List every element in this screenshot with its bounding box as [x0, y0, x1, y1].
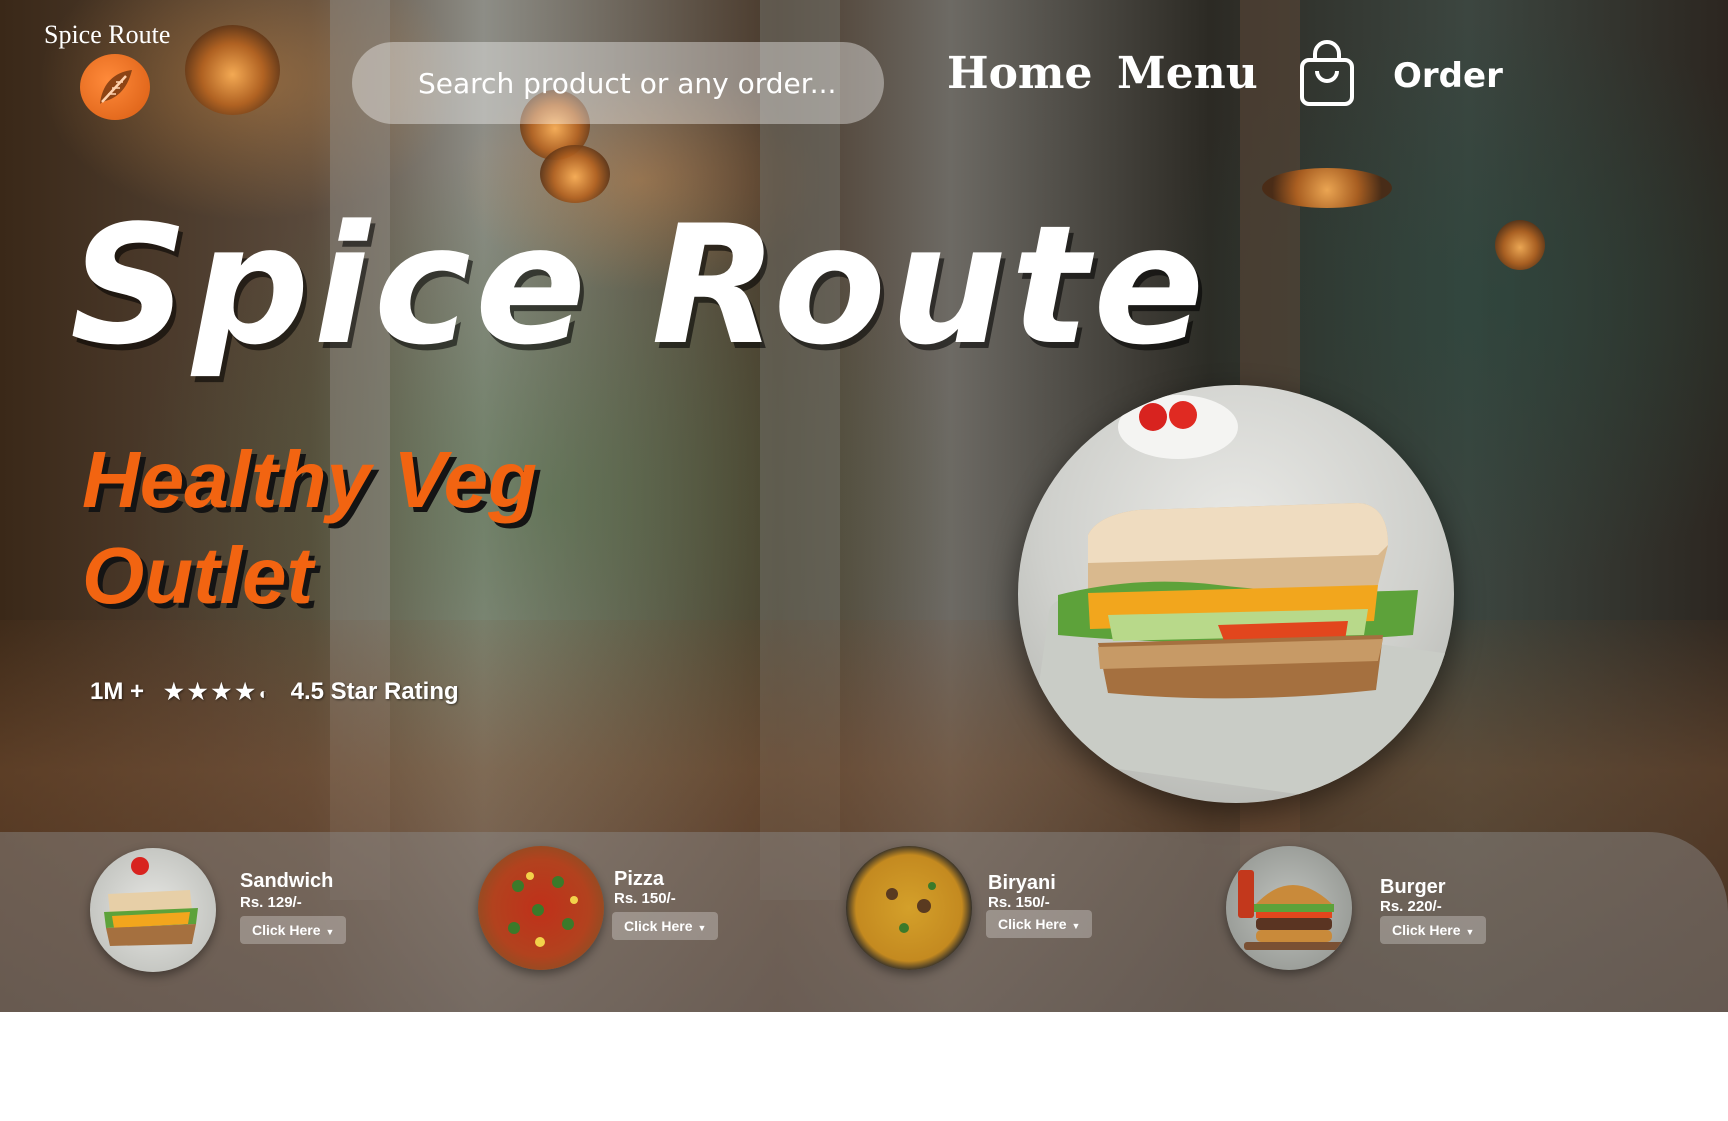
menu-item-name: Sandwich	[240, 870, 334, 892]
click-here-label: Click Here	[998, 916, 1067, 932]
click-here-button[interactable]: Click Here ▼	[240, 916, 347, 944]
search-input[interactable]	[352, 42, 884, 124]
pendant-lamp	[1495, 220, 1545, 270]
click-here-label: Click Here	[252, 922, 321, 938]
menu-item-name: Burger	[1380, 876, 1446, 898]
customer-count: 1M +	[90, 678, 145, 705]
shopping-bag-icon[interactable]	[1298, 38, 1356, 108]
caret-down-icon: ▼	[1071, 921, 1081, 931]
caret-down-icon: ▼	[1465, 927, 1475, 937]
burger-image	[1226, 846, 1352, 970]
pendant-lamp	[185, 25, 280, 115]
pendant-lamp	[1262, 168, 1392, 208]
rating-stats: 1M + ★★★★◐ 4.5 Star Rating	[90, 678, 459, 706]
menu-item-card[interactable]: Burger Rs. 220/- Click Here ▼	[1200, 832, 1540, 1012]
hero-title: Spice Route	[70, 190, 1209, 381]
menu-item-price: Rs. 150/-	[988, 894, 1050, 911]
menu-item-name: Pizza	[614, 868, 665, 890]
nav-menu-link[interactable]: Menu	[1117, 48, 1258, 99]
menu-item-price: Rs. 220/-	[1380, 898, 1442, 915]
caret-down-icon: ▼	[697, 923, 707, 933]
click-here-button[interactable]: Click Here ▼	[612, 912, 719, 940]
caret-down-icon: ▼	[325, 927, 335, 937]
rating-text: 4.5 Star Rating	[290, 678, 459, 705]
leaf-logo-icon	[80, 54, 150, 120]
nav-home-link[interactable]: Home	[947, 48, 1092, 99]
nav-order-link[interactable]: Order	[1393, 56, 1503, 96]
full-stars: ★★★★	[164, 679, 259, 704]
menu-item-price: Rs. 129/-	[240, 894, 302, 911]
click-here-button[interactable]: Click Here ▼	[1380, 916, 1487, 944]
brand[interactable]: Spice Route	[44, 20, 171, 120]
featured-sandwich-image	[1018, 385, 1454, 803]
brand-name: Spice Route	[44, 20, 171, 49]
page-bottom-strip	[0, 1012, 1728, 1121]
hero-subtitle: Healthy Veg Outlet	[82, 435, 537, 620]
pizza-image	[478, 846, 604, 970]
menu-item-card[interactable]: Pizza Rs. 150/- Click Here ▼	[440, 832, 780, 1012]
star-rating-icons: ★★★★◐	[164, 679, 273, 705]
sandwich-image	[90, 848, 216, 972]
menu-item-card[interactable]: Sandwich Rs. 129/- Click Here ▼	[0, 832, 360, 1012]
click-here-label: Click Here	[624, 918, 693, 934]
concrete-pillar	[760, 0, 840, 900]
menu-item-card[interactable]: Biryani Rs. 150/- Click Here ▼	[820, 832, 1160, 1012]
biryani-image	[846, 846, 972, 970]
search-bar[interactable]	[352, 42, 884, 124]
menu-items-bar: Sandwich Rs. 129/- Click Here ▼ Pizza Rs.…	[0, 832, 1728, 1012]
click-here-label: Click Here	[1392, 922, 1461, 938]
menu-item-name: Biryani	[988, 872, 1056, 894]
click-here-button[interactable]: Click Here ▼	[986, 910, 1093, 938]
half-star-icon: ◐	[258, 686, 273, 703]
menu-item-price: Rs. 150/-	[614, 890, 676, 907]
